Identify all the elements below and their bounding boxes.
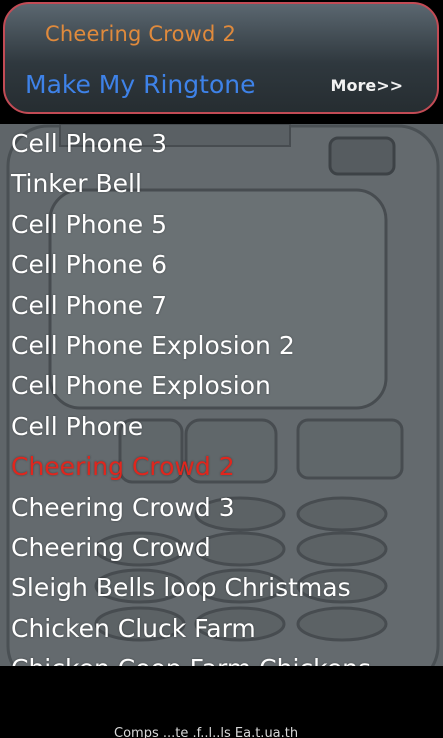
footer-text: Comps ...te .f..l..ls Ea.t.ua.th <box>114 726 299 738</box>
ringtone-item[interactable]: Cell Phone 7 <box>0 286 443 326</box>
make-ringtone-button[interactable]: Make My Ringtone <box>25 70 255 99</box>
ringtone-item[interactable]: Tinker Bell <box>0 164 443 204</box>
ringtone-item[interactable]: Cell Phone Explosion 2 <box>0 326 443 366</box>
ringtone-item[interactable]: Cheering Crowd <box>0 528 443 568</box>
now-playing-title: Cheering Crowd 2 <box>45 22 237 46</box>
ringtone-item[interactable]: Cell Phone Explosion <box>0 366 443 406</box>
ringtone-list-area[interactable]: Cell Phone 3 Tinker Bell Cell Phone 5 Cell … <box>0 124 443 666</box>
ringtone-item[interactable]: Cheering Crowd 2 <box>0 447 443 487</box>
ringtone-item[interactable]: Cell Phone 6 <box>0 245 443 285</box>
ringtone-item[interactable]: Cell Phone 5 <box>0 205 443 245</box>
ringtone-item[interactable]: Cell Phone <box>0 407 443 447</box>
more-button[interactable]: More>> <box>331 76 403 95</box>
ringtone-item[interactable]: Sleigh Bells loop Christmas <box>0 568 443 608</box>
ringtone-item[interactable]: Chicken Cluck Farm <box>0 609 443 649</box>
ringtone-item[interactable]: Cell Phone 3 <box>0 124 443 164</box>
ringtone-list: Cell Phone 3 Tinker Bell Cell Phone 5 Cell … <box>0 124 443 666</box>
ringtone-item[interactable]: Chicken Coop Farm Chickens <box>0 649 443 666</box>
header-panel: Cheering Crowd 2 Make My Ringtone More>> <box>3 2 439 114</box>
app-screen: Cheering Crowd 2 Make My Ringtone More>> <box>0 0 443 738</box>
ringtone-item[interactable]: Cheering Crowd 3 <box>0 488 443 528</box>
